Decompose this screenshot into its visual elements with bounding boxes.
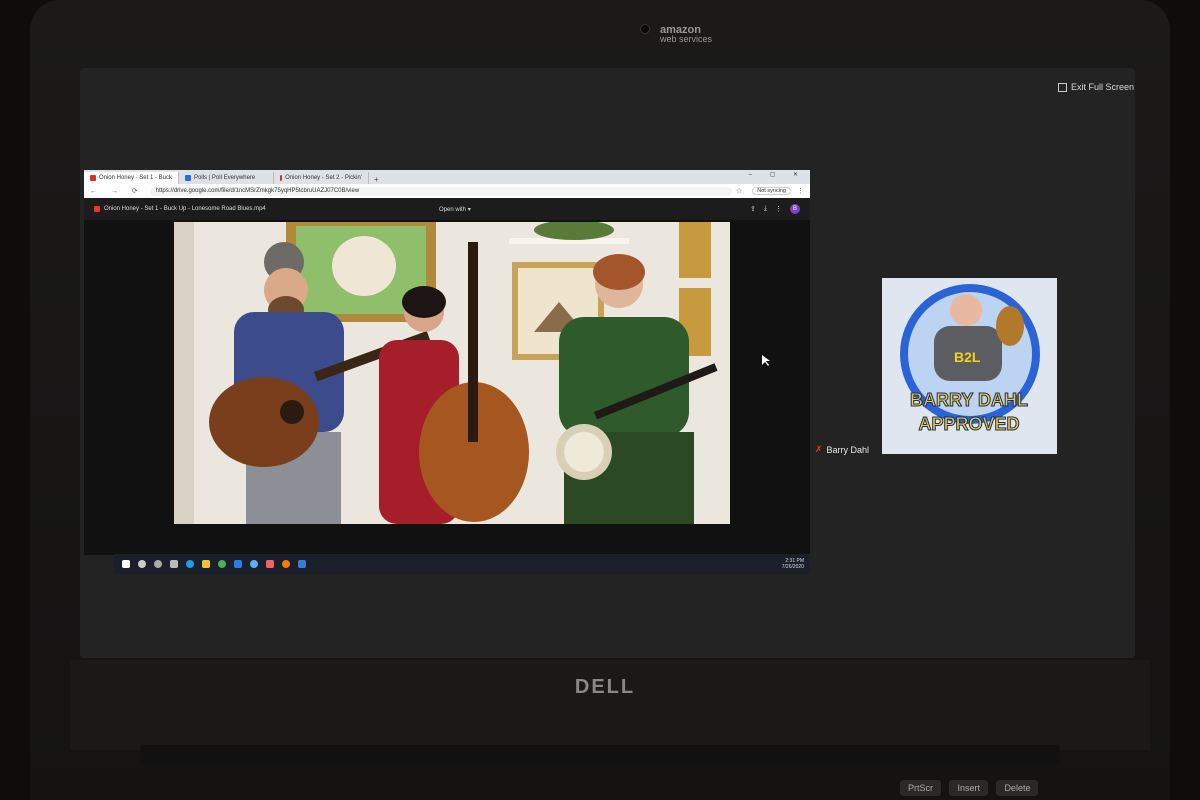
start-icon[interactable] xyxy=(122,560,130,568)
exit-fullscreen-button[interactable]: Exit Full Screen xyxy=(1058,82,1134,92)
url-bar[interactable]: https://drive.google.com/file/d/1ncMSrZm… xyxy=(149,186,732,196)
participant-label: ✗ Barry Dahl xyxy=(815,444,869,455)
key-prtscr[interactable]: PrtScr xyxy=(900,780,942,796)
avatar[interactable]: B xyxy=(790,204,800,214)
cortana-icon[interactable] xyxy=(154,560,162,568)
menu-icon[interactable]: ⋮ xyxy=(797,187,810,195)
participant-name: Barry Dahl xyxy=(826,444,870,455)
download-icon[interactable]: ⤓ xyxy=(764,205,767,213)
tab-label: Onion Honey - Set 2 - Pickin' xyxy=(285,175,362,181)
app-icon[interactable] xyxy=(266,560,274,568)
tab-favicon-icon xyxy=(280,175,283,181)
chrome-icon[interactable] xyxy=(218,560,226,568)
drive-viewer-bar: Onion Honey - Set 1 - Buck Up - Lonesome… xyxy=(84,198,810,220)
laptop-hinge xyxy=(140,745,1060,765)
search-icon[interactable] xyxy=(138,560,146,568)
taskbar-clock[interactable]: 2:31 PM 7/26/2020 xyxy=(782,558,810,570)
aws-line2: web services xyxy=(660,34,713,44)
edge-icon[interactable] xyxy=(186,560,194,568)
new-tab-icon[interactable]: + xyxy=(369,175,384,184)
banjo-player-shirt xyxy=(559,317,689,437)
mic-muted-icon: ✗ xyxy=(815,444,823,454)
task-view-icon[interactable] xyxy=(170,560,178,568)
key-delete[interactable]: Delete xyxy=(996,780,1039,796)
key-insert[interactable]: Insert xyxy=(949,780,988,796)
app-icon[interactable] xyxy=(250,560,258,568)
participant-avatar-image: B2L BARRY DAHL APPROVED xyxy=(882,278,1057,454)
sync-status[interactable]: Not syncing xyxy=(752,187,791,195)
browser-tab-strip: Onion Honey - Set 1 - Buck Polls | Poll … xyxy=(84,170,810,184)
folder-icon[interactable] xyxy=(202,560,210,568)
webcam xyxy=(640,24,650,34)
star-icon[interactable]: ☆ xyxy=(732,187,746,195)
nav-buttons-icon[interactable]: ← → ⟳ xyxy=(84,187,150,195)
screen-bezel-bottom xyxy=(70,660,1150,750)
tab-favicon-icon xyxy=(90,175,96,181)
aws-sticker: amazon web services xyxy=(660,25,713,44)
more-icon[interactable]: ⋮ xyxy=(775,205,782,213)
browser-tab[interactable]: Onion Honey - Set 2 - Pickin' xyxy=(274,172,369,184)
painting-right-top xyxy=(679,222,711,278)
browser-tab[interactable]: Onion Honey - Set 1 - Buck xyxy=(84,172,179,184)
browser-tab[interactable]: Polls | Poll Everywhere xyxy=(179,172,274,184)
open-with-button[interactable]: Open with ▾ xyxy=(439,206,471,213)
windows-taskbar: 2:31 PM 7/26/2020 xyxy=(114,554,810,574)
drive-file-name: Onion Honey - Set 1 - Buck Up - Lonesome… xyxy=(104,206,266,212)
badge-line1: BARRY DAHL xyxy=(910,390,1028,410)
band-video-image xyxy=(174,222,730,524)
dell-logo: DELL xyxy=(574,676,636,698)
shirt-text: B2L xyxy=(954,349,981,365)
tab-label: Onion Honey - Set 1 - Buck xyxy=(98,175,172,181)
app-icon[interactable] xyxy=(298,560,306,568)
acoustic-guitar xyxy=(209,377,319,467)
drive-file-title: Onion Honey - Set 1 - Buck Up - Lonesome… xyxy=(84,206,439,212)
keyboard-top-row: PrtScr Insert Delete xyxy=(900,778,1160,800)
firefox-icon[interactable] xyxy=(282,560,290,568)
shared-screen: Onion Honey - Set 1 - Buck Polls | Poll … xyxy=(84,170,810,574)
open-with-label: Open with xyxy=(439,206,467,213)
badge-line2: APPROVED xyxy=(918,414,1019,434)
exit-fullscreen-label: Exit Full Screen xyxy=(1071,82,1135,92)
video-frame[interactable] xyxy=(174,222,730,524)
tab-favicon-icon xyxy=(185,175,191,181)
chevron-down-icon: ▾ xyxy=(467,206,471,213)
window-controls[interactable]: – ▢ ✕ xyxy=(749,171,806,178)
tab-label: Polls | Poll Everywhere xyxy=(194,175,256,181)
address-row: ← → ⟳ https://drive.google.com/file/d/1n… xyxy=(84,184,810,198)
clock-date: 7/26/2020 xyxy=(781,564,804,570)
exit-fullscreen-icon xyxy=(1058,82,1067,92)
zoom-icon[interactable] xyxy=(234,560,242,568)
participant-video-tile[interactable]: B2L BARRY DAHL APPROVED xyxy=(882,278,1057,454)
add-to-drive-icon[interactable]: ⇪ xyxy=(750,205,756,213)
video-file-icon xyxy=(94,206,100,212)
